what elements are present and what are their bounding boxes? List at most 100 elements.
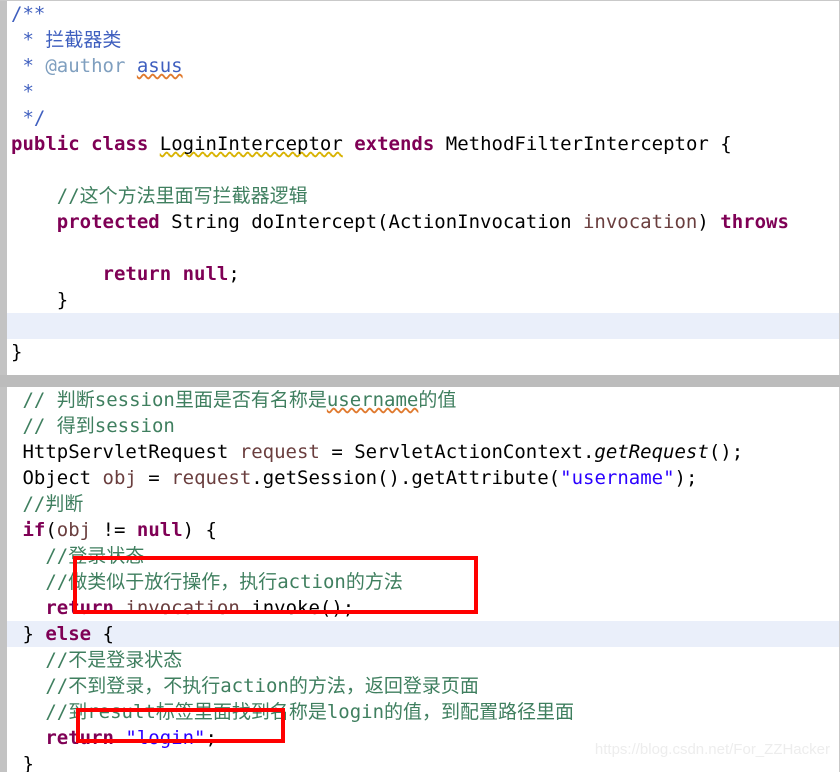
code-token: 拦截器类 [45,29,122,51]
code-token: MethodFilterInterceptor { [445,133,732,155]
code-line: } else { [7,621,839,647]
code-token: asus [136,55,183,77]
code-token: getRequest [594,441,709,463]
code-token: class [91,133,149,155]
code-line: * [7,79,839,105]
code-token: extends [354,133,435,155]
code-token: protected [56,211,160,233]
code-panel-top: /** * 拦截器类 * @author asus * */public cla… [0,0,840,375]
code-line: //到result标签里面找到名称是login的值，到配置路径里面 [7,699,839,725]
code-token: //这个方法里面写拦截器逻辑 [56,185,308,207]
code-token: } [22,753,34,772]
code-token: "username" [560,467,675,489]
code-line: Object obj = request.getSession().getAtt… [7,465,839,491]
code-token: ) { [182,519,217,541]
code-token: @author [45,55,126,77]
code-line: //判断 [7,491,839,517]
code-line: return invocation.invoke(); [7,595,839,621]
code-line: * @author asus [7,53,839,79]
code-token: throws [720,211,789,233]
code-line: // 判断session里面是否有名称是username的值 [7,387,839,413]
code-token: //不到登录，不执行action的方法，返回登录页面 [45,675,479,697]
code-panel-bottom: // 判断session里面是否有名称是username的值 // 得到sess… [0,387,840,772]
editor-gutter-top [0,1,7,375]
panel-separator-band [0,375,840,387]
code-token: } [11,341,23,363]
code-line: return null; [7,261,839,287]
code-token: request [171,467,252,489]
code-token: // 得到session [22,415,175,437]
code-line: * 拦截器类 [7,27,839,53]
code-token: return [102,263,172,285]
code-token: LoginInterceptor [159,133,343,155]
code-line: //不到登录，不执行action的方法，返回登录页面 [7,673,839,699]
code-token: } [22,623,46,645]
code-line: //不是登录状态 [7,647,839,673]
code-token: /** [11,3,46,25]
code-token: invocation [125,597,240,619]
code-line [7,313,839,339]
code-line: // 得到session [7,413,839,439]
code-token: = ServletActionContext. [319,441,595,463]
code-token: Object [22,467,103,489]
code-token: ); [674,467,698,489]
code-content-bottom: // 判断session里面是否有名称是username的值 // 得到sess… [7,387,839,772]
code-token: if [22,519,46,541]
editor-gutter-bottom [0,387,7,772]
screenshot-page: /** * 拦截器类 * @author asus * */public cla… [0,0,840,772]
code-line: HttpServletRequest request = ServletActi… [7,439,839,465]
code-token: obj [56,519,92,541]
code-token: */ [11,107,46,129]
code-token: //到result标签里面找到名称是login的值，到配置路径里面 [45,701,575,723]
code-line: public class LoginInterceptor extends Me… [7,131,839,157]
code-token: obj [102,467,137,489]
code-token: invocation [582,211,698,233]
code-token: //登录状态 [45,545,145,567]
watermark-text: https://blog.csdn.net/For_ZZHacker [594,741,830,758]
code-token: (); [708,441,744,463]
code-token: } [56,289,69,311]
code-token: String doIntercept(ActionInvocation [159,211,583,233]
code-token: * [11,55,46,77]
code-line: /** [7,1,839,27]
code-line: } [7,287,839,313]
code-token: ; [205,727,217,749]
code-token: { [91,623,114,645]
code-token: * [11,29,46,51]
code-token: return [45,597,114,619]
code-token: else [45,623,92,645]
code-token: null [182,263,229,285]
code-token: username [326,389,419,411]
code-line: //登录状态 [7,543,839,569]
code-content-top: /** * 拦截器类 * @author asus * */public cla… [7,1,839,375]
code-token: // 判断session里面是否有名称是 [22,389,327,411]
code-token: ( [45,519,57,541]
code-line: if(obj != null) { [7,517,839,543]
